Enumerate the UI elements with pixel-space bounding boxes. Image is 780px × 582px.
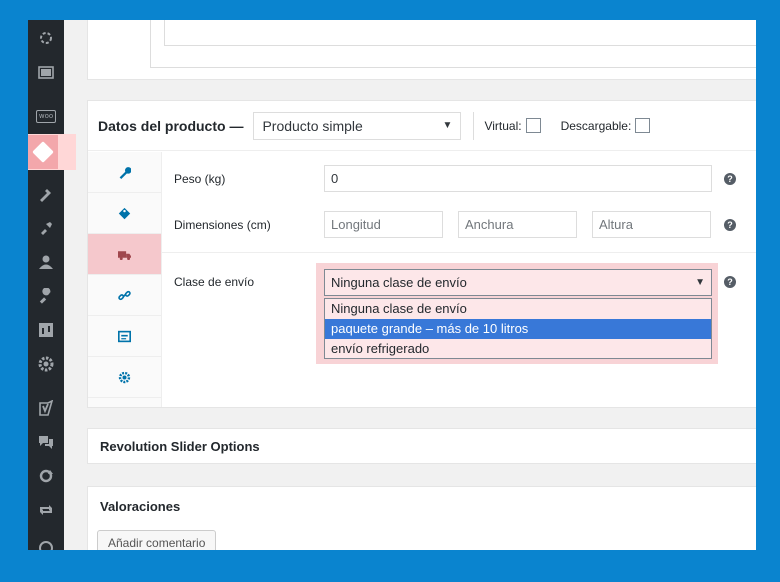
downloadable-checkbox[interactable] [635,118,651,133]
help-icon[interactable]: ? [724,276,736,288]
product-data-header: Datos del producto — Producto simple ▼ V… [88,101,756,151]
plugin-icon[interactable] [28,530,64,550]
revolution-slider-title: Revolution Slider Options [100,438,260,454]
retweet-icon[interactable] [28,496,64,524]
shipping-class-dropdown: Ninguna clase de envío paquete grande – … [324,298,712,359]
revolution-slider-box[interactable]: Revolution Slider Options [87,428,756,464]
header-divider [473,111,475,140]
gear-icon [118,371,131,383]
yoast-icon[interactable] [28,394,64,422]
help-icon[interactable]: ? [724,219,736,231]
shipping-panel: Peso (kg) 0 ? Dimensiones (cm) Longitud … [162,152,756,407]
weight-input[interactable]: 0 [324,165,712,192]
settings-icon[interactable] [28,350,64,378]
wrench-icon [119,166,131,179]
product-type-select[interactable]: Producto simple ▼ [253,111,462,140]
plugins-icon[interactable] [28,214,64,242]
reviews-title: Valoraciones [100,499,181,514]
dimensions-label: Dimensiones (cm) [174,218,271,232]
users-icon[interactable] [28,248,64,276]
admin-sidebar: woo [28,20,76,550]
product-data-box: Datos del producto — Producto simple ▼ V… [87,100,756,408]
media-icon[interactable] [28,58,64,86]
shipping-class-value: Ninguna clase de envío [331,275,467,290]
width-input[interactable]: Anchura [458,211,577,238]
gear-cog-icon[interactable] [28,24,64,52]
shipping-option[interactable]: Ninguna clase de envío [325,299,711,319]
height-input[interactable]: Altura [592,211,711,238]
section-divider [162,252,756,253]
weight-label: Peso (kg) [174,172,226,186]
shipping-class-label: Clase de envío [174,275,255,289]
list-icon [118,330,131,342]
product-type-value: Producto simple [262,117,363,134]
add-comment-button[interactable]: Añadir comentario [97,530,217,550]
chevron-down-icon: ▼ [695,277,705,288]
description-box [87,20,756,80]
comments-icon[interactable] [28,428,64,456]
shipping-option-highlighted[interactable]: paquete grande – más de 10 litros [325,319,711,339]
product-data-tabs [88,152,162,407]
truck-icon [118,250,131,260]
link-icon [118,290,131,300]
shipping-option[interactable]: envío refrigerado [325,339,711,359]
appearance-icon[interactable] [28,180,64,208]
length-input[interactable]: Longitud [324,211,443,238]
tab-inventory[interactable] [88,193,161,234]
refresh-icon[interactable] [28,462,64,490]
main-content: Datos del producto — Producto simple ▼ V… [64,20,756,550]
product-data-title: Datos del producto — [98,117,244,134]
shipping-class-select[interactable]: Ninguna clase de envío ▼ [324,269,712,296]
help-icon[interactable]: ? [724,173,736,185]
tab-attributes[interactable] [88,316,161,357]
tag-icon [118,207,131,219]
editor-inner [164,20,756,46]
virtual-label: Virtual: [484,118,522,133]
screenshot-frame: woo Datos del producto — Producto simple… [28,20,756,550]
tab-shipping[interactable] [88,234,161,275]
tab-advanced[interactable] [88,357,161,398]
virtual-checkbox[interactable] [525,118,541,133]
woocommerce-icon[interactable]: woo [28,102,64,130]
chevron-down-icon: ▼ [442,120,453,131]
tab-general[interactable] [88,152,161,193]
product-data-body: Peso (kg) 0 ? Dimensiones (cm) Longitud … [88,152,756,407]
downloadable-label: Descargable: [560,118,632,133]
import-icon[interactable] [28,316,64,344]
tools-icon[interactable] [28,282,64,310]
tab-linked-products[interactable] [88,275,161,316]
